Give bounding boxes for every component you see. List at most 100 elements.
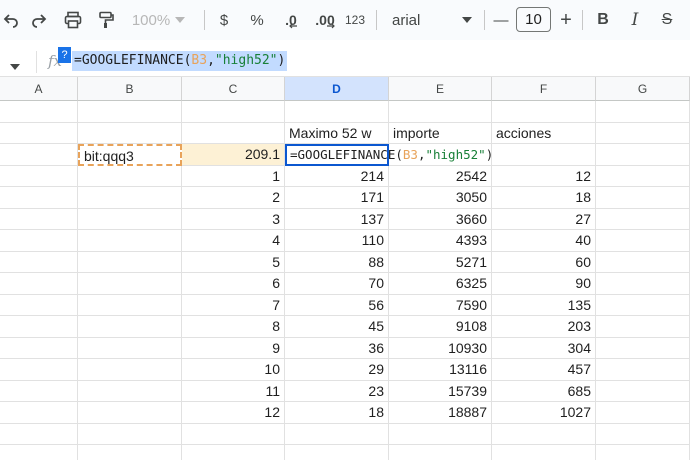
cell-d7[interactable]: 110 xyxy=(285,230,389,252)
cell-d2[interactable]: Maximo 52 w xyxy=(285,122,389,144)
cell-g13[interactable] xyxy=(596,359,690,381)
cell-c3[interactable]: 209.1 xyxy=(182,144,285,166)
column-header-b[interactable]: B xyxy=(78,77,182,101)
cell-c9[interactable]: 6 xyxy=(182,273,285,295)
cell-a4[interactable] xyxy=(0,165,78,187)
decrease-font-size-button[interactable]: — xyxy=(490,6,512,34)
cell-g15[interactable] xyxy=(596,402,690,424)
cell-g4[interactable] xyxy=(596,165,690,187)
cell-a3[interactable] xyxy=(0,144,78,166)
cell-g1[interactable] xyxy=(596,101,690,123)
italic-button[interactable]: I xyxy=(624,6,646,34)
cell-c11[interactable]: 8 xyxy=(182,316,285,338)
cell-c15[interactable]: 12 xyxy=(182,402,285,424)
cell-c6[interactable]: 3 xyxy=(182,208,285,230)
cell-b14[interactable] xyxy=(78,380,182,402)
cell-d16[interactable] xyxy=(285,423,389,445)
column-header-g[interactable]: G xyxy=(596,77,690,101)
cell-c10[interactable]: 7 xyxy=(182,294,285,316)
cell-a14[interactable] xyxy=(0,380,78,402)
cell-f3[interactable] xyxy=(492,144,596,166)
undo-button[interactable] xyxy=(0,6,22,34)
cell-b13[interactable] xyxy=(78,359,182,381)
cell-c4[interactable]: 1 xyxy=(182,165,285,187)
print-button[interactable] xyxy=(58,6,88,34)
cell-e5[interactable]: 3050 xyxy=(389,187,492,209)
cell-a2[interactable] xyxy=(0,122,78,144)
cell-d9[interactable]: 70 xyxy=(285,273,389,295)
cell-e14[interactable]: 15739 xyxy=(389,380,492,402)
cell-b6[interactable] xyxy=(78,208,182,230)
cell-g10[interactable] xyxy=(596,294,690,316)
cell-a6[interactable] xyxy=(0,208,78,230)
cell-c5[interactable]: 2 xyxy=(182,187,285,209)
cell-d11[interactable]: 45 xyxy=(285,316,389,338)
cell-b3[interactable]: bit:qqq3 xyxy=(78,144,182,166)
cell-d14[interactable]: 23 xyxy=(285,380,389,402)
cell-g6[interactable] xyxy=(596,208,690,230)
cell-e10[interactable]: 7590 xyxy=(389,294,492,316)
cell-a10[interactable] xyxy=(0,294,78,316)
cell-f6[interactable]: 27 xyxy=(492,208,596,230)
cell-c16[interactable] xyxy=(182,423,285,445)
cell-c13[interactable]: 10 xyxy=(182,359,285,381)
cell-a16[interactable] xyxy=(0,423,78,445)
cell-a17[interactable] xyxy=(0,445,78,460)
cell-g8[interactable] xyxy=(596,251,690,273)
cell-f15[interactable]: 1027 xyxy=(492,402,596,424)
cell-g5[interactable] xyxy=(596,187,690,209)
cell-g2[interactable] xyxy=(596,122,690,144)
cell-g12[interactable] xyxy=(596,337,690,359)
active-cell-d3[interactable]: =GOOGLEFINANCE(B3,"high52") xyxy=(285,144,493,166)
cell-e1[interactable] xyxy=(389,101,492,123)
zoom-dropdown[interactable] xyxy=(172,6,188,34)
cell-b17[interactable] xyxy=(78,445,182,460)
cell-b10[interactable] xyxy=(78,294,182,316)
cell-d5[interactable]: 171 xyxy=(285,187,389,209)
name-box-dropdown[interactable] xyxy=(10,57,20,75)
column-header-e[interactable]: E xyxy=(389,77,492,101)
cell-a13[interactable] xyxy=(0,359,78,381)
column-header-a[interactable]: A xyxy=(0,77,78,101)
number-format-button[interactable]: 123 xyxy=(342,6,368,34)
cell-c7[interactable]: 4 xyxy=(182,230,285,252)
cell-b16[interactable] xyxy=(78,423,182,445)
cell-a12[interactable] xyxy=(0,337,78,359)
cell-d12[interactable]: 36 xyxy=(285,337,389,359)
column-header-c[interactable]: C xyxy=(182,77,285,101)
cell-b15[interactable] xyxy=(78,402,182,424)
cell-f10[interactable]: 135 xyxy=(492,294,596,316)
cell-g14[interactable] xyxy=(596,380,690,402)
cell-b11[interactable] xyxy=(78,316,182,338)
strikethrough-button[interactable]: S xyxy=(656,6,678,34)
cell-g11[interactable] xyxy=(596,316,690,338)
decrease-decimals-button[interactable]: .0 xyxy=(278,6,304,34)
cell-b9[interactable] xyxy=(78,273,182,295)
cell-b1[interactable] xyxy=(78,101,182,123)
column-header-f[interactable]: F xyxy=(492,77,596,101)
cell-b5[interactable] xyxy=(78,187,182,209)
cell-f9[interactable]: 90 xyxy=(492,273,596,295)
cell-b12[interactable] xyxy=(78,337,182,359)
cell-e8[interactable]: 5271 xyxy=(389,251,492,273)
cell-f2[interactable]: acciones xyxy=(492,122,596,144)
cell-e17[interactable] xyxy=(389,445,492,460)
cell-e7[interactable]: 4393 xyxy=(389,230,492,252)
cell-a11[interactable] xyxy=(0,316,78,338)
cell-c1[interactable] xyxy=(182,101,285,123)
cell-f11[interactable]: 203 xyxy=(492,316,596,338)
cell-e6[interactable]: 3660 xyxy=(389,208,492,230)
cell-e13[interactable]: 13116 xyxy=(389,359,492,381)
spreadsheet-grid[interactable]: ABCDEFG Maximo 52 w importe acciones bit:qq… xyxy=(0,77,690,460)
cell-f17[interactable] xyxy=(492,445,596,460)
cell-f16[interactable] xyxy=(492,423,596,445)
column-header-d[interactable]: D xyxy=(285,77,389,101)
formula-input[interactable]: =GOOGLEFINANCE(B3,"high52") xyxy=(72,51,288,71)
cell-f1[interactable] xyxy=(492,101,596,123)
cell-b8[interactable] xyxy=(78,251,182,273)
paint-format-button[interactable] xyxy=(92,6,120,34)
cell-f14[interactable]: 685 xyxy=(492,380,596,402)
cell-g9[interactable] xyxy=(596,273,690,295)
cell-f5[interactable]: 18 xyxy=(492,187,596,209)
cell-d1[interactable] xyxy=(285,101,389,123)
